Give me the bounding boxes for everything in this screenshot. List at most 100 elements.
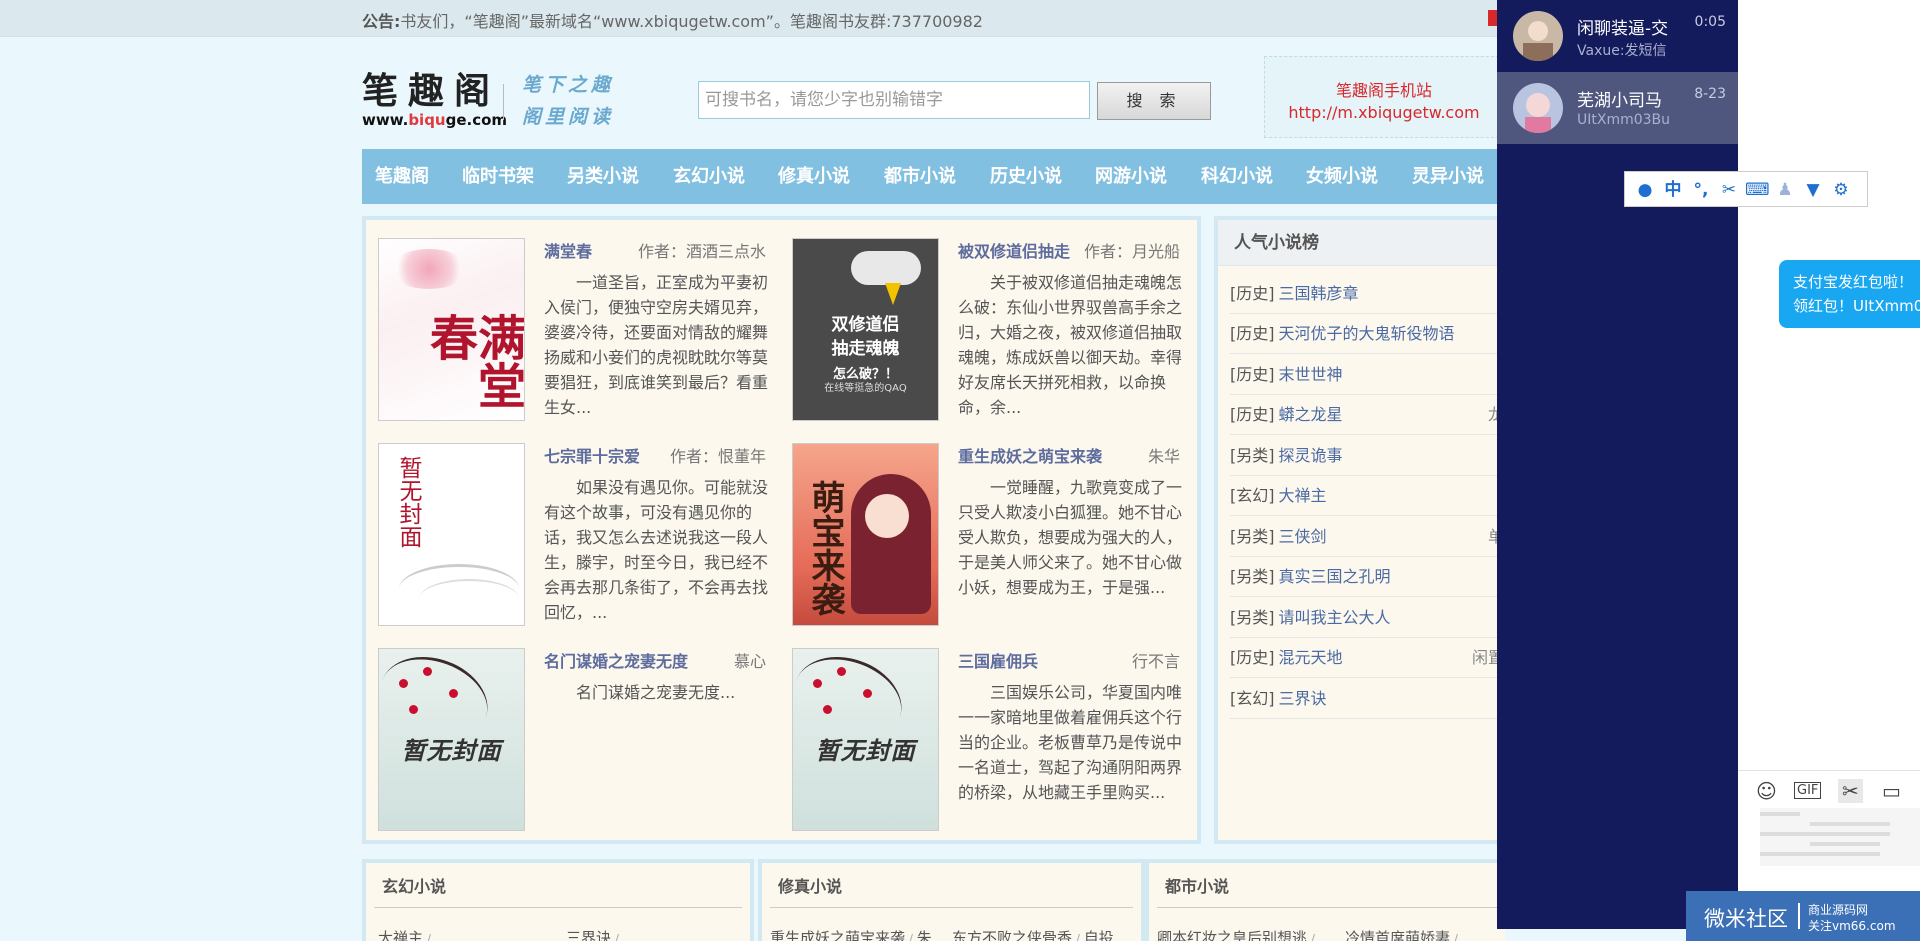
book-intro: 关于被双修道侣抽走魂魄怎么破：东仙小世界驭兽高手余之归，大婚之夜，被双修道侣抽取…: [958, 273, 1183, 417]
list-item[interactable]: [历史]蟒之龙星龙方: [1230, 395, 1504, 435]
scissors-icon[interactable]: ✂: [1717, 178, 1741, 202]
blossom-decoration: [389, 249, 469, 289]
category-book-link[interactable]: 三界诀 /: [566, 927, 619, 941]
nav-dushi[interactable]: 都市小说: [884, 149, 956, 204]
keyboard-icon[interactable]: ⌨: [1745, 178, 1770, 202]
book-link-text[interactable]: 三界诀: [566, 929, 611, 941]
book-cover[interactable]: 暂无封面: [792, 648, 939, 831]
list-item[interactable]: [另类]三侠剑单田: [1230, 517, 1504, 557]
url-prefix: www.: [362, 111, 409, 129]
list-item[interactable]: [历史]末世世神今: [1230, 355, 1504, 395]
mobile-site-title[interactable]: 笔趣阁手机站: [1265, 77, 1503, 101]
chat-name: 闲聊装逼-交: [1577, 19, 1669, 39]
book-cover[interactable]: 暂无封面: [378, 443, 525, 626]
nav-lishi[interactable]: 历史小说: [990, 149, 1062, 204]
book-link-text[interactable]: 东方不败之侠骨香: [952, 929, 1072, 941]
thumbnail-line: [1810, 842, 1880, 846]
list-item[interactable]: [另类] 请叫我主公大人: [1230, 598, 1504, 638]
list-item[interactable]: [玄幻] 大禅主: [1230, 476, 1504, 516]
list-item[interactable]: [玄幻] 三界诀: [1230, 679, 1504, 719]
cover-title: 双修道侣 抽走魂魄 怎么破？！: [793, 313, 938, 387]
settings-icon[interactable]: ⚙: [1829, 178, 1853, 202]
book-link-text[interactable]: 重生成妖之萌宝来袭: [770, 929, 905, 941]
chat-input-toolbar: ☺ GIF ✂ ▭: [1738, 770, 1920, 810]
category-title[interactable]: 修真小说: [778, 873, 842, 897]
nav-home[interactable]: 笔趣阁: [375, 149, 429, 204]
notice-text: 公告:书友们，“笔趣阁”最新域名“www.xbiqugetw.com”。笔趣阁书…: [362, 8, 983, 32]
category-title[interactable]: 玄幻小说: [382, 873, 446, 897]
item-name[interactable]: 末世世神: [1279, 365, 1343, 384]
item-name[interactable]: 请叫我主公大人: [1279, 608, 1391, 627]
book-link-author: 朱: [916, 929, 932, 941]
nav-kehuan[interactable]: 科幻小说: [1201, 149, 1273, 204]
mobile-site-url[interactable]: http://m.xbiqugetw.com: [1265, 103, 1503, 122]
site-url[interactable]: www.biquge.com: [362, 111, 507, 129]
site-logo[interactable]: 笔趣阁: [362, 62, 500, 114]
book-cover[interactable]: 满堂春: [378, 238, 525, 421]
ime-mode-label[interactable]: 中: [1661, 178, 1685, 202]
nav-xuanhuan[interactable]: 玄幻小说: [673, 149, 745, 204]
list-item[interactable]: [历史]混元天地闲置斋: [1230, 638, 1504, 678]
chat-time: 8-23: [1694, 86, 1726, 102]
book-cover[interactable]: 暂无封面: [378, 648, 525, 831]
emoji-icon[interactable]: ☺: [1756, 779, 1777, 803]
nav-nvpin[interactable]: 女频小说: [1306, 149, 1378, 204]
book-title[interactable]: 满堂春: [544, 238, 592, 262]
item-name[interactable]: 天河优子的大鬼斩役物语: [1279, 324, 1455, 343]
list-item[interactable]: [历史]三国韩彦章某: [1230, 274, 1504, 314]
search-input[interactable]: 可搜书名，请您少字也别输错字: [698, 81, 1090, 119]
book-link-text[interactable]: 大禅主: [378, 929, 423, 941]
item-name[interactable]: 探灵诡事: [1279, 446, 1343, 465]
book-author: 作者：酒酒三点水: [637, 242, 766, 261]
item-name[interactable]: 真实三国之孔明: [1279, 567, 1391, 586]
shirt-icon[interactable]: ▼: [1801, 178, 1825, 202]
book-title[interactable]: 被双修道侣抽走: [958, 238, 1070, 262]
cover-line-1: 双修道侣: [831, 315, 900, 335]
item-name[interactable]: 蟒之龙星: [1279, 405, 1343, 424]
separator: /: [905, 932, 917, 941]
item-name[interactable]: 三侠剑: [1279, 527, 1327, 546]
book-title[interactable]: 三国雇佣兵: [958, 648, 1038, 672]
list-item[interactable]: [另类] 真实三国之孔明: [1230, 557, 1504, 597]
nav-wangyou[interactable]: 网游小说: [1095, 149, 1167, 204]
category-book-link[interactable]: 东方不败之侠骨香 / 自投: [952, 927, 1114, 941]
category-panel-dushi: 都市小说 卿本红妆之皇后别想逃 / 冷情首席萌娇妻 /: [1145, 859, 1505, 941]
nav-other[interactable]: 另类小说: [567, 149, 639, 204]
category-book-link[interactable]: 重生成妖之萌宝来袭 / 朱: [770, 927, 932, 941]
chat-item[interactable]: 闲聊装逼-交 0:05 Vaxue:发短信: [1497, 0, 1738, 72]
user-icon[interactable]: ●: [1633, 178, 1657, 202]
book-author: 作者：恨董年: [669, 447, 766, 466]
mobile-site-box[interactable]: 笔趣阁手机站 http://m.xbiqugetw.com: [1264, 56, 1504, 138]
nav-lingyi[interactable]: 灵异小说: [1412, 149, 1484, 204]
category-book-link[interactable]: 冷情首席萌娇妻 /: [1345, 927, 1458, 941]
list-item[interactable]: [另类] 探灵诡事: [1230, 436, 1504, 476]
book-link-text[interactable]: 卿本红妆之皇后别想逃: [1157, 929, 1307, 941]
punctuation-icon[interactable]: °,: [1689, 178, 1713, 202]
book-title[interactable]: 名门谋婚之宠妻无度: [544, 648, 688, 672]
gif-icon[interactable]: GIF: [1794, 782, 1822, 799]
nav-bookshelf[interactable]: 临时书架: [462, 149, 534, 204]
book-cover[interactable]: 萌宝来袭: [792, 443, 939, 626]
ime-toolbar: ● 中 °, ✂ ⌨ ♟ ▼ ⚙: [1624, 171, 1868, 207]
person-icon[interactable]: ♟: [1773, 178, 1797, 202]
featured-books: 满堂春 满堂春 作者：酒酒三点水 一道圣旨，正室成为平妻初入侯门，便独守空房夫婿…: [362, 216, 1201, 844]
category-title[interactable]: 都市小说: [1165, 873, 1229, 897]
folder-icon[interactable]: ▭: [1882, 779, 1901, 803]
category-book-link[interactable]: 卿本红妆之皇后别想逃 /: [1157, 927, 1315, 941]
scissors-icon[interactable]: ✂: [1838, 779, 1863, 803]
category-book-link[interactable]: 大禅主 /: [378, 927, 431, 941]
book-cover[interactable]: 双修道侣 抽走魂魄 怎么破？！ 在线等挺急的QAQ: [792, 238, 939, 421]
item-name[interactable]: 大禅主: [1279, 486, 1327, 505]
item-name[interactable]: 混元天地: [1279, 648, 1343, 667]
item-name[interactable]: 三界诀: [1279, 689, 1327, 708]
nav-xiuzhen[interactable]: 修真小说: [778, 149, 850, 204]
category-panel-xuanhuan: 玄幻小说 大禅主 / 三界诀 /: [362, 859, 754, 941]
list-item[interactable]: [历史] 天河优子的大鬼斩役物语: [1230, 314, 1504, 354]
search-button[interactable]: 搜 索: [1097, 82, 1211, 120]
book-link-text[interactable]: 冷情首席萌娇妻: [1345, 929, 1450, 941]
book-title[interactable]: 重生成妖之萌宝来袭: [958, 443, 1102, 467]
chat-item[interactable]: 芜湖小司马 8-23 UItXmm03Bu: [1497, 72, 1738, 144]
book-title[interactable]: 七宗罪十宗爱: [544, 443, 640, 467]
item-name[interactable]: 三国韩彦章: [1279, 284, 1359, 303]
separator: /: [1307, 932, 1315, 941]
